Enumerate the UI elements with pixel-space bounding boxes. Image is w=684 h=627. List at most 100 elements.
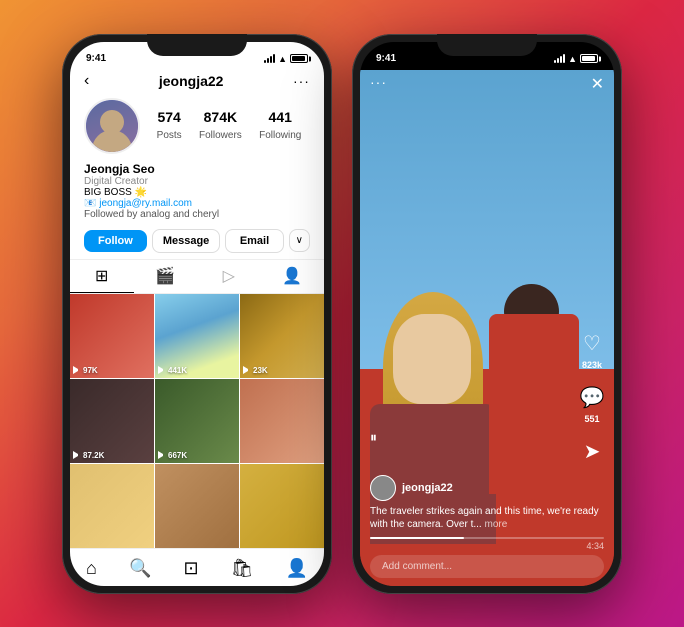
video-content: 9:41 ▲ <box>360 42 614 586</box>
heart-icon: ♡ <box>578 330 606 358</box>
tab-grid[interactable]: ⊞ <box>70 260 134 293</box>
play-icon <box>158 366 166 374</box>
video-username[interactable]: jeongja22 <box>402 482 453 494</box>
profile-bio: BIG BOSS 🌟 <box>84 187 310 198</box>
following-label: Following <box>259 130 301 141</box>
grid-stat-3: 23K <box>243 366 268 375</box>
bottom-nav: ⌂ 🔍 ⊡ 🛍 👤 <box>70 548 324 586</box>
message-button[interactable]: Message <box>152 229 220 253</box>
comment-action[interactable]: 💬 551 <box>578 384 606 424</box>
comment-input[interactable]: Add comment... <box>382 561 592 572</box>
comment-input-bar[interactable]: Add comment... <box>370 555 604 578</box>
battery-icon <box>580 54 598 63</box>
profile-name: Jeongja Seo <box>84 162 310 176</box>
status-bar-dark: 9:41 ▲ <box>360 42 614 70</box>
content-tabs: ⊞ 🎬 ▷ 👤 <box>70 259 324 294</box>
share-action[interactable]: ➤ <box>578 438 606 466</box>
nav-profile[interactable]: 👤 <box>286 558 308 579</box>
signal-icon <box>554 54 565 63</box>
profile-role: Digital Creator <box>84 176 310 187</box>
grid-item-1[interactable]: 97K <box>70 294 154 378</box>
tab-reels[interactable]: 🎬 <box>134 260 198 293</box>
followers-label: Followers <box>199 130 242 141</box>
nav-shop[interactable]: 🛍 <box>231 558 254 579</box>
phone-screen: 9:41 ▲ <box>360 42 614 586</box>
play-icon <box>158 451 166 459</box>
stats-grid: 574 Posts 874K Followers 441 Following <box>148 109 310 143</box>
posts-label: Posts <box>157 130 182 141</box>
video-side-actions: ♡ 823k 💬 551 ➤ <box>578 330 606 466</box>
phone-screen: 9:41 ▲ ‹ jeongja22 ··· <box>70 42 324 586</box>
follow-button[interactable]: Follow <box>84 230 147 252</box>
followers-count: 874K <box>199 109 242 125</box>
posts-count: 574 <box>157 109 182 125</box>
nav-search[interactable]: 🔍 <box>129 558 151 579</box>
nav-reels[interactable]: ⊡ <box>183 558 198 579</box>
video-top-controls: ··· ✕ <box>360 70 614 98</box>
photo-grid: 97K 441K 23K 87.2K <box>70 294 324 548</box>
profile-header: ‹ jeongja22 ··· <box>70 70 324 94</box>
grid-stat-2: 441K <box>158 366 187 375</box>
video-user-info: jeongja22 <box>370 475 604 501</box>
person2-body <box>489 314 579 494</box>
signal-icon <box>264 54 275 63</box>
avatar-body <box>92 130 132 152</box>
following-stat[interactable]: 441 Following <box>259 109 301 143</box>
play-icon <box>243 366 251 374</box>
wifi-icon: ▲ <box>568 54 577 64</box>
play-icon <box>73 451 81 459</box>
grid-item-6[interactable] <box>240 379 324 463</box>
nav-home[interactable]: ⌂ <box>86 558 97 579</box>
profile-username: jeongja22 <box>159 73 224 89</box>
grid-item-8[interactable] <box>155 464 239 548</box>
video-time: 4:34 <box>370 541 604 551</box>
tab-play[interactable]: ▷ <box>197 260 261 293</box>
profile-actions: Follow Message Email ∨ <box>70 224 324 259</box>
profile-info: Jeongja Seo Digital Creator BIG BOSS 🌟 📧… <box>70 160 324 224</box>
grid-stat-1: 97K <box>73 366 98 375</box>
status-time: 9:41 <box>376 53 396 64</box>
profile-followed-by: Followed by analog and cheryl <box>84 209 310 220</box>
video-caption: The traveler strikes again and this time… <box>370 505 604 531</box>
grid-item-2[interactable]: 441K <box>155 294 239 378</box>
grid-item-5[interactable]: 667K <box>155 379 239 463</box>
play-icon <box>73 366 81 374</box>
profile-email[interactable]: 📧 jeongja@ry.mail.com <box>84 198 310 209</box>
posts-stat[interactable]: 574 Posts <box>157 109 182 143</box>
video-more-button[interactable]: ··· <box>370 74 387 94</box>
profile-stats-row: 574 Posts 874K Followers 441 Following <box>70 94 324 160</box>
video-progress-fill <box>370 537 464 539</box>
following-count: 441 <box>259 109 301 125</box>
followers-stat[interactable]: 874K Followers <box>199 109 242 143</box>
phone-notch <box>147 34 247 56</box>
email-button[interactable]: Email <box>225 229 283 253</box>
video-bottom-info: jeongja22 The traveler strikes again and… <box>360 475 614 586</box>
video-avatar <box>370 475 396 501</box>
comment-icon: 💬 <box>578 384 606 412</box>
play-pause-button[interactable]: ⏸ <box>370 429 377 446</box>
comments-count: 551 <box>584 414 599 424</box>
more-options-button[interactable]: ··· <box>293 73 310 89</box>
grid-item-9[interactable] <box>240 464 324 548</box>
back-button[interactable]: ‹ <box>84 72 89 90</box>
video-close-button[interactable]: ✕ <box>591 74 604 94</box>
status-icons: ▲ <box>554 54 598 64</box>
status-time: 9:41 <box>86 53 106 64</box>
video-progress-bar[interactable] <box>370 537 604 539</box>
phone-2-video: 9:41 ▲ <box>352 34 622 594</box>
more-button[interactable]: ∨ <box>289 229 310 252</box>
battery-icon <box>290 54 308 63</box>
status-icons: ▲ <box>264 54 308 64</box>
tab-tagged[interactable]: 👤 <box>261 260 325 293</box>
person1-face <box>393 314 471 404</box>
likes-count: 823k <box>582 360 602 370</box>
like-action[interactable]: ♡ 823k <box>578 330 606 370</box>
grid-item-4[interactable]: 87.2K <box>70 379 154 463</box>
caption-more[interactable]: more <box>485 519 508 530</box>
grid-item-7[interactable] <box>70 464 154 548</box>
grid-item-3[interactable]: 23K <box>240 294 324 378</box>
grid-stat-4: 87.2K <box>73 451 104 460</box>
avatar-image <box>86 100 138 152</box>
wifi-icon: ▲ <box>278 54 287 64</box>
grid-stat-5: 667K <box>158 451 187 460</box>
